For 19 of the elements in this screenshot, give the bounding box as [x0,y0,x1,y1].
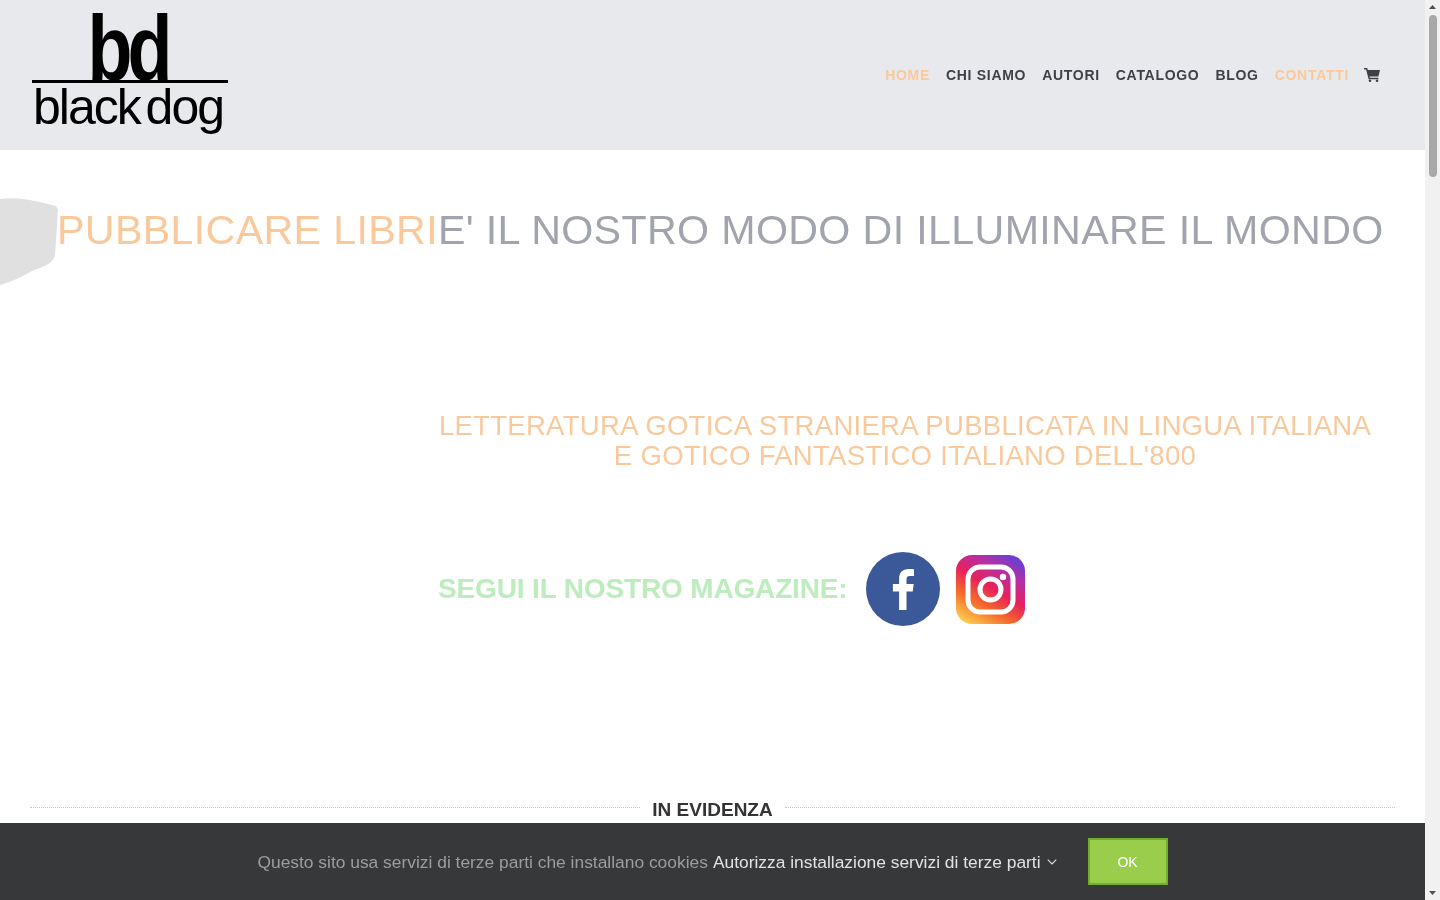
facebook-icon[interactable] [865,552,940,626]
instagram-icon[interactable] [955,554,1025,624]
scrollbar[interactable] [1425,0,1440,900]
cookie-settings-link[interactable]: Autorizza installazione servizi di terze parti [712,850,1057,873]
chevron-down-icon [1046,858,1057,865]
scroll-up-arrow-icon[interactable] [1429,5,1436,9]
nav-link[interactable]: CATALOGO [1115,65,1200,85]
nav-link[interactable]: CHI SIAMO [946,65,1027,85]
tagline: LETTERATURA GOTICA STRANIERA PUBBLICATA IN LINGUA ITALIANA E GOTICO FANTASTICO ITALIANO DELL'800 [437,411,1373,471]
cookie-message: Questo sito usa servizi di terze parti che installano cookies [257,850,708,873]
scroll-down-arrow-icon[interactable] [1429,891,1436,895]
section-title: IN EVIDENZA [651,798,774,822]
nav-link[interactable]: AUTORI [1042,65,1100,85]
hero-heading: PUBBLICARE LIBRIE' IL NOSTRO MODO DI ILLUMINARE IL MONDO [57,206,1384,255]
magazine-label: SEGUI IL NOSTRO MAGAZINE: [438,572,848,606]
scrollbar-thumb[interactable] [1428,15,1437,177]
cart-icon[interactable] [1364,68,1380,82]
logo[interactable]: bd black dog [32,13,228,132]
nav-link[interactable]: BLOG [1215,65,1259,85]
